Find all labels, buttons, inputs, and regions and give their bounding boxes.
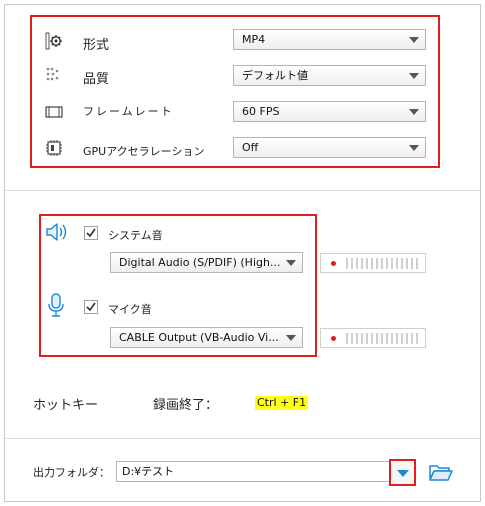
level-bars bbox=[346, 258, 421, 269]
format-select[interactable]: MP4 bbox=[233, 29, 426, 50]
format-value: MP4 bbox=[242, 33, 266, 46]
hotkey-action-label: 録画終了： bbox=[153, 398, 219, 413]
mic-device-value: CABLE Output (VB-Audio Vi... bbox=[119, 331, 279, 344]
framerate-select[interactable]: 60 FPS bbox=[233, 101, 426, 122]
system-audio-device-select[interactable]: Digital Audio (S/PDIF) (High... bbox=[110, 252, 303, 273]
divider bbox=[5, 190, 480, 191]
chevron-down-icon bbox=[286, 335, 296, 341]
gpu-value: Off bbox=[242, 141, 259, 154]
level-dot bbox=[331, 336, 336, 341]
mic-level-meter bbox=[320, 328, 426, 348]
level-bars bbox=[346, 333, 421, 344]
system-audio-label: システム音 bbox=[108, 229, 163, 242]
chevron-down-icon bbox=[409, 73, 419, 79]
quality-label: 品質 bbox=[83, 72, 110, 87]
chip-icon bbox=[46, 140, 62, 156]
framerate-value: 60 FPS bbox=[242, 105, 280, 118]
chevron-down-icon bbox=[286, 260, 296, 266]
system-audio-level-meter bbox=[320, 253, 426, 273]
mic-device-select[interactable]: CABLE Output (VB-Audio Vi... bbox=[110, 327, 303, 348]
speaker-icon bbox=[46, 223, 67, 241]
mic-audio-checkbox[interactable] bbox=[84, 300, 98, 314]
system-audio-checkbox[interactable] bbox=[84, 226, 98, 240]
output-folder-label: 出力フォルダ： bbox=[33, 466, 110, 479]
level-dot bbox=[331, 261, 336, 266]
dots-grid-icon bbox=[46, 67, 59, 81]
chevron-down-icon bbox=[409, 37, 419, 43]
output-folder-dropdown-button[interactable] bbox=[389, 459, 416, 486]
hotkey-value[interactable]: Ctrl + F1 bbox=[255, 396, 309, 410]
gpu-select[interactable]: Off bbox=[233, 137, 426, 158]
mic-audio-label: マイク音 bbox=[108, 303, 152, 316]
output-folder-input[interactable]: D:¥テスト bbox=[116, 461, 415, 482]
hotkey-label: ホットキー bbox=[33, 398, 99, 413]
film-strip-icon bbox=[45, 106, 63, 118]
quality-value: デフォルト値 bbox=[242, 69, 308, 82]
checkmark-icon bbox=[86, 228, 96, 238]
chevron-down-icon bbox=[409, 109, 419, 115]
format-label: 形式 bbox=[83, 38, 110, 53]
chevron-down-icon bbox=[409, 145, 419, 151]
framerate-label: フレームレート bbox=[83, 105, 174, 118]
chevron-down-icon bbox=[397, 470, 409, 477]
quality-select[interactable]: デフォルト値 bbox=[233, 65, 426, 86]
gpu-label: GPUアクセラレーション bbox=[83, 145, 205, 158]
checkmark-icon bbox=[86, 302, 96, 312]
gear-icon bbox=[45, 32, 62, 50]
divider bbox=[5, 438, 480, 439]
folder-icon[interactable] bbox=[429, 463, 453, 481]
system-audio-device-value: Digital Audio (S/PDIF) (High... bbox=[119, 256, 281, 269]
microphone-icon bbox=[48, 293, 64, 317]
